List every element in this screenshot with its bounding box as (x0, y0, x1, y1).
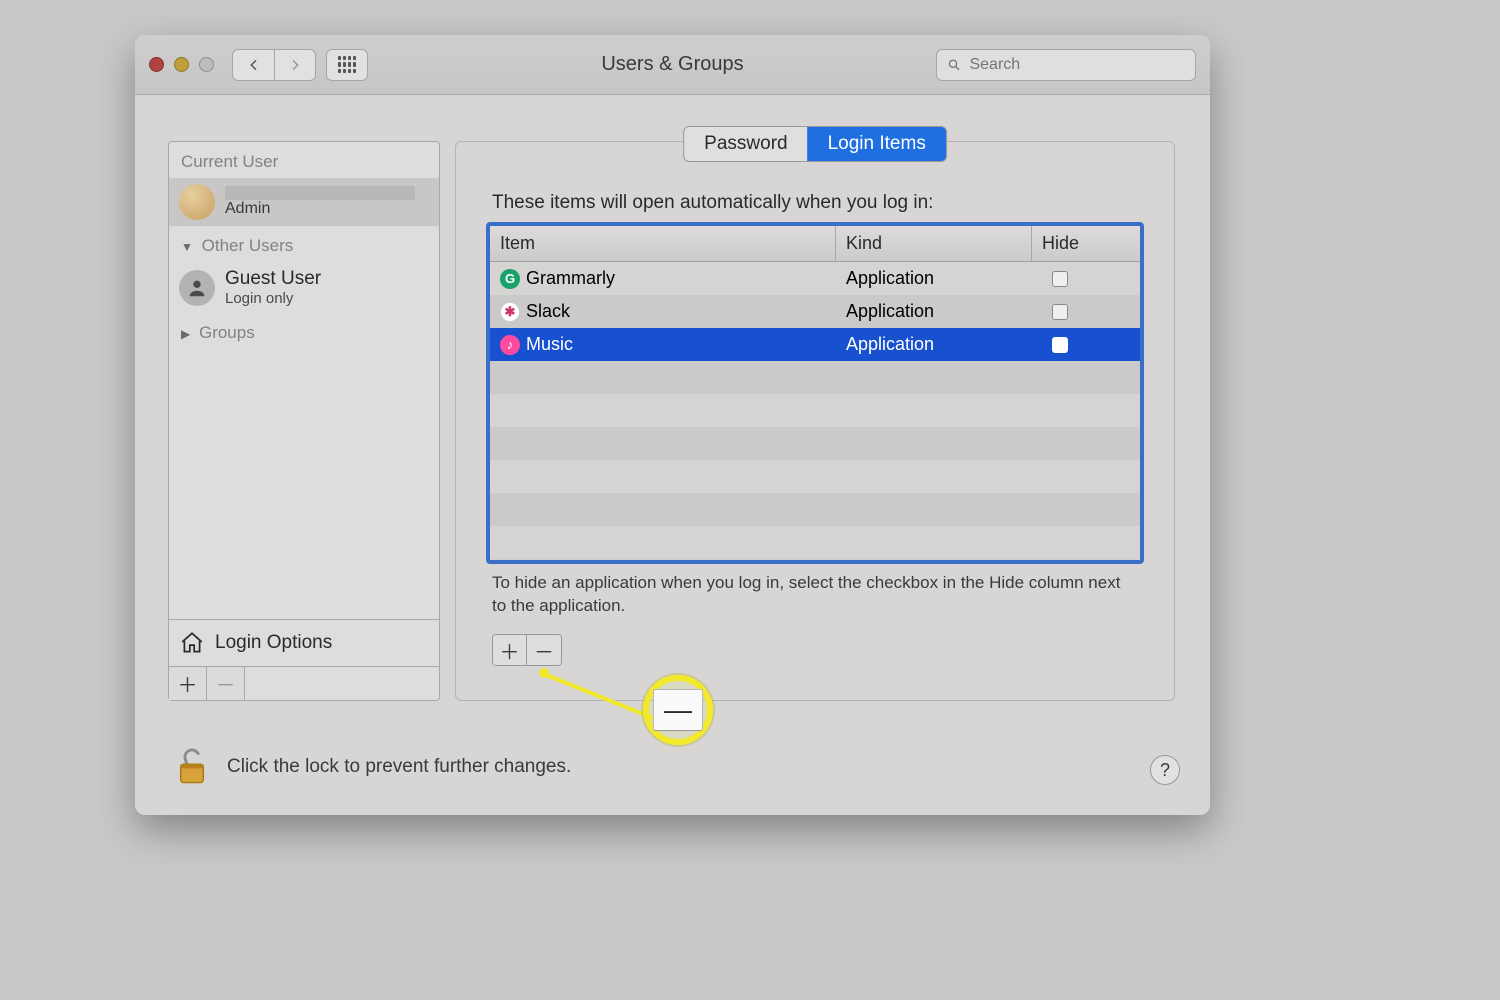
sidebar-section-other[interactable]: ▼ Other Users (169, 226, 439, 262)
cell-kind: Application (836, 268, 1032, 289)
hide-checkbox[interactable] (1052, 304, 1068, 320)
back-button[interactable] (232, 49, 274, 81)
remove-login-item-button[interactable]: － (527, 635, 561, 665)
cell-hide (1032, 304, 1140, 320)
table-body: G Grammarly Application ✱ Slack Application ♪ M… (490, 262, 1140, 559)
cell-item: ✱ Slack (490, 301, 836, 322)
titlebar: Users & Groups (135, 35, 1210, 95)
cell-item: G Grammarly (490, 268, 836, 289)
grid-icon (338, 56, 356, 74)
home-icon (179, 630, 205, 656)
help-button[interactable]: ? (1150, 755, 1180, 785)
cell-hide (1032, 337, 1140, 353)
table-row[interactable]: G Grammarly Application (490, 262, 1140, 295)
table-row (490, 460, 1140, 493)
cell-kind: Application (836, 334, 1032, 355)
show-all-button[interactable] (326, 49, 368, 81)
cell-item: ♪ Music (490, 334, 836, 355)
item-name: Music (526, 334, 573, 355)
cell-hide (1032, 271, 1140, 287)
callout-remove-button-zoom: — (653, 689, 703, 731)
zoom-window-button[interactable] (199, 57, 214, 72)
users-sidebar: Current User Admin ▼ Other Users Guest U… (168, 141, 440, 701)
avatar (179, 270, 215, 306)
minimize-window-button[interactable] (174, 57, 189, 72)
app-icon: ♪ (500, 335, 520, 355)
item-name: Grammarly (526, 268, 615, 289)
login-items-panel: Password Login Items These items will op… (455, 141, 1175, 701)
login-options-row[interactable]: Login Options (169, 619, 439, 666)
sidebar-section-groups[interactable]: ▶ Groups (169, 313, 439, 349)
lock-text: Click the lock to prevent further change… (227, 756, 571, 778)
lock-row: Click the lock to prevent further change… (175, 747, 571, 787)
tab-password[interactable]: Password (684, 127, 807, 161)
tab-login-items[interactable]: Login Items (808, 127, 946, 161)
table-row (490, 394, 1140, 427)
search-input[interactable] (969, 56, 1185, 74)
sidebar-section-current: Current User (169, 142, 439, 178)
forward-button[interactable] (274, 49, 316, 81)
sidebar-item-guest-user[interactable]: Guest User Login only (169, 262, 439, 313)
add-login-item-button[interactable]: ＋ (493, 635, 527, 665)
avatar (179, 184, 215, 220)
cell-kind: Application (836, 301, 1032, 322)
col-hide[interactable]: Hide (1032, 226, 1140, 261)
preferences-window: Users & Groups Current User Admin ▼ Othe… (135, 35, 1210, 815)
nav-segment (232, 49, 316, 81)
remove-user-button[interactable]: － (207, 667, 245, 700)
current-user-name-redacted (225, 186, 415, 200)
search-icon (947, 57, 961, 73)
col-item[interactable]: Item (490, 226, 836, 261)
unlocked-lock-icon[interactable] (175, 747, 209, 787)
hide-checkbox[interactable] (1052, 337, 1068, 353)
user-name: Guest User (225, 268, 321, 290)
chevron-left-icon (246, 57, 262, 73)
tabs: Password Login Items (683, 126, 947, 162)
item-name: Slack (526, 301, 570, 322)
table-row (490, 427, 1140, 460)
table-row (490, 361, 1140, 394)
disclosure-down-icon: ▼ (181, 240, 193, 254)
disclosure-right-icon: ▶ (181, 327, 190, 341)
table-header: Item Kind Hide (490, 226, 1140, 262)
app-icon: G (500, 269, 520, 289)
login-items-intro: These items will open automatically when… (492, 192, 1138, 214)
add-user-button[interactable]: ＋ (169, 667, 207, 700)
window-controls (149, 57, 214, 72)
current-user-role: Admin (225, 200, 415, 218)
login-items-table: Item Kind Hide G Grammarly Application ✱ Sla… (486, 222, 1144, 564)
current-user-row[interactable]: Admin (169, 178, 439, 226)
table-row (490, 526, 1140, 559)
app-icon: ✱ (500, 302, 520, 322)
col-kind[interactable]: Kind (836, 226, 1032, 261)
login-items-add-remove: ＋ － (492, 634, 562, 666)
close-window-button[interactable] (149, 57, 164, 72)
sidebar-add-remove: ＋ － (169, 666, 439, 700)
table-row[interactable]: ♪ Music Application (490, 328, 1140, 361)
hide-checkbox[interactable] (1052, 271, 1068, 287)
table-row (490, 493, 1140, 526)
hide-hint: To hide an application when you log in, … (492, 572, 1138, 618)
person-icon (186, 277, 208, 299)
chevron-right-icon (287, 57, 303, 73)
user-sub: Login only (225, 290, 321, 307)
search-field[interactable] (936, 49, 1196, 81)
table-row[interactable]: ✱ Slack Application (490, 295, 1140, 328)
